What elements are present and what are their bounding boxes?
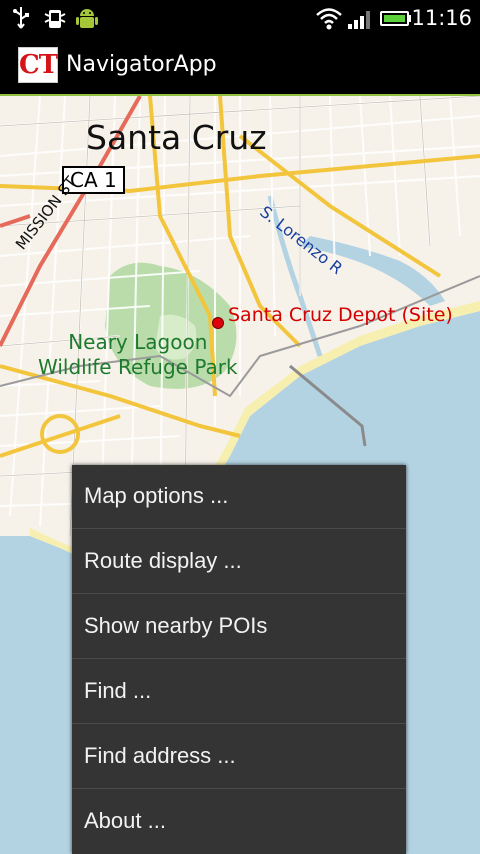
menu-item-label: Map options ...	[84, 483, 229, 508]
menu-item-show-nearby-pois[interactable]: Show nearby POIs	[72, 595, 406, 659]
menu-item-label: About ...	[84, 808, 166, 833]
menu-item-find[interactable]: Find ...	[72, 660, 406, 724]
park-label-line2: Wildlife Refuge Park	[38, 355, 238, 379]
map-label-site[interactable]: Santa Cruz Depot (Site)	[228, 304, 453, 326]
debug-icon	[44, 10, 66, 28]
menu-item-label: Show nearby POIs	[84, 613, 268, 638]
map-label-park: Neary Lagoon Wildlife Refuge Park	[38, 330, 238, 380]
menu-item-route-display[interactable]: Route display ...	[72, 530, 406, 594]
park-label-line1: Neary Lagoon	[68, 330, 208, 354]
options-menu: Map options ... Route display ... Show n…	[72, 465, 406, 854]
menu-item-label: Find ...	[84, 678, 152, 703]
menu-item-about[interactable]: About ...	[72, 790, 406, 854]
status-bar: 11:16	[0, 0, 480, 36]
site-marker-icon[interactable]	[212, 317, 224, 329]
app-title: NavigatorApp	[66, 52, 217, 77]
android-icon	[76, 9, 98, 28]
status-time: 11:16	[411, 6, 472, 30]
signal-icon	[348, 11, 370, 29]
menu-item-map-options[interactable]: Map options ...	[72, 465, 406, 529]
wifi-icon	[316, 8, 342, 30]
title-bar: CT NavigatorApp	[0, 36, 480, 96]
app-logo-text: CT	[19, 50, 58, 80]
menu-item-label: Find address ...	[84, 743, 236, 768]
usb-icon	[13, 7, 29, 29]
app-logo: CT	[18, 47, 58, 83]
menu-item-label: Route display ...	[84, 548, 242, 573]
menu-item-find-address[interactable]: Find address ...	[72, 725, 406, 789]
battery-icon	[380, 11, 411, 26]
map-label-city: Santa Cruz	[86, 118, 267, 157]
